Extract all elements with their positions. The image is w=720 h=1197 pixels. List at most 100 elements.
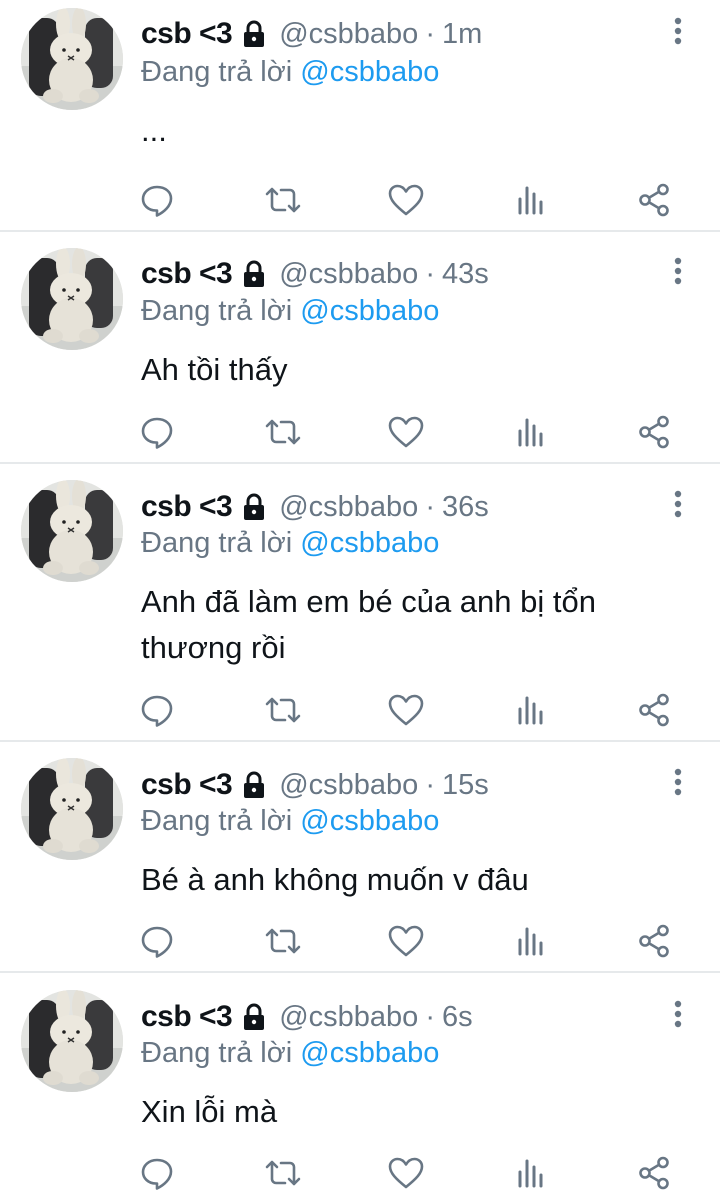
replying-to-label: Đang trả lời — [141, 527, 293, 559]
reply-icon — [141, 185, 173, 217]
analytics-button[interactable] — [511, 412, 551, 452]
user-handle[interactable]: @csbbabo — [279, 258, 418, 291]
analytics-button[interactable] — [511, 1153, 551, 1193]
tweet-text: Ah tồi thấy — [141, 352, 288, 387]
share-button[interactable] — [634, 1153, 674, 1193]
display-name[interactable]: csb <3 — [141, 17, 233, 51]
more-options-button[interactable] — [664, 763, 692, 803]
like-button[interactable] — [386, 412, 426, 452]
user-handle[interactable]: @csbbabo — [279, 1001, 418, 1034]
more-options-button[interactable] — [664, 995, 692, 1035]
share-icon — [639, 1156, 669, 1190]
retweet-button[interactable] — [263, 180, 303, 220]
reply-button[interactable] — [137, 412, 177, 452]
retweet-icon — [265, 928, 301, 954]
retweet-button[interactable] — [263, 1153, 303, 1193]
reply-button[interactable] — [137, 180, 177, 220]
avatar[interactable] — [21, 480, 123, 582]
avatar[interactable] — [21, 758, 123, 860]
share-button[interactable] — [634, 412, 674, 452]
timestamp[interactable]: 36s — [442, 491, 489, 524]
heart-icon — [388, 694, 424, 726]
mention-link[interactable]: @csbbabo — [300, 527, 439, 559]
display-name[interactable]: csb <3 — [141, 490, 233, 524]
retweet-button[interactable] — [263, 412, 303, 452]
tweet-divider — [0, 462, 720, 464]
replying-to-label: Đang trả lời — [141, 1037, 293, 1069]
more-options-button[interactable] — [664, 12, 692, 52]
analytics-button[interactable] — [511, 180, 551, 220]
analytics-icon — [518, 696, 543, 725]
more-vertical-icon — [674, 257, 682, 285]
user-handle[interactable]: @csbbabo — [279, 18, 418, 51]
retweet-icon — [265, 1160, 301, 1186]
bunny-plush-avatar-image — [21, 758, 123, 860]
display-name[interactable]: csb <3 — [141, 768, 233, 802]
replying-to-line: Đang trả lời @csbbabo — [141, 1037, 439, 1070]
reply-button[interactable] — [137, 1153, 177, 1193]
retweet-icon — [265, 419, 301, 445]
timestamp[interactable]: 6s — [442, 1001, 473, 1034]
share-button[interactable] — [634, 690, 674, 730]
retweet-icon — [265, 697, 301, 723]
tweet-header: csb <3 @csbbabo · 43s — [141, 254, 489, 294]
retweet-button[interactable] — [263, 690, 303, 730]
mention-link[interactable]: @csbbabo — [300, 56, 439, 88]
user-handle[interactable]: @csbbabo — [279, 491, 418, 524]
mention-link[interactable]: @csbbabo — [300, 805, 439, 837]
analytics-icon — [518, 927, 543, 956]
like-button[interactable] — [386, 1153, 426, 1193]
analytics-button[interactable] — [511, 921, 551, 961]
replying-to-line: Đang trả lời @csbbabo — [141, 295, 439, 328]
mention-link[interactable]: @csbbabo — [300, 1037, 439, 1069]
avatar[interactable] — [21, 248, 123, 350]
heart-icon — [388, 184, 424, 216]
share-button[interactable] — [634, 180, 674, 220]
avatar[interactable] — [21, 990, 123, 1092]
tweet-text: Bé à anh không muốn v đâu — [141, 862, 529, 897]
tweet-header: csb <3 @csbbabo · 6s — [141, 997, 473, 1037]
like-button[interactable] — [386, 690, 426, 730]
share-icon — [639, 924, 669, 958]
reply-button[interactable] — [137, 690, 177, 730]
avatar[interactable] — [21, 8, 123, 110]
share-icon — [639, 415, 669, 449]
bunny-plush-avatar-image — [21, 8, 123, 110]
analytics-icon — [518, 186, 543, 215]
timestamp[interactable]: 1m — [442, 18, 482, 51]
separator-dot: · — [425, 490, 435, 523]
replying-to-line: Đang trả lời @csbbabo — [141, 56, 439, 89]
reply-icon — [141, 926, 173, 958]
analytics-icon — [518, 1159, 543, 1188]
analytics-button[interactable] — [511, 690, 551, 730]
more-vertical-icon — [674, 768, 682, 796]
display-name[interactable]: csb <3 — [141, 257, 233, 291]
reply-button[interactable] — [137, 921, 177, 961]
bunny-plush-avatar-image — [21, 990, 123, 1092]
replying-to-line: Đang trả lời @csbbabo — [141, 527, 439, 560]
mention-link[interactable]: @csbbabo — [300, 295, 439, 327]
more-options-button[interactable] — [664, 252, 692, 292]
timestamp[interactable]: 15s — [442, 769, 489, 802]
tweet-header: csb <3 @csbbabo · 1m — [141, 14, 482, 54]
reply-icon — [141, 695, 173, 727]
tweet-header: csb <3 @csbbabo · 36s — [141, 487, 489, 527]
tweet-actions — [0, 1153, 720, 1193]
like-button[interactable] — [386, 180, 426, 220]
like-button[interactable] — [386, 921, 426, 961]
user-handle[interactable]: @csbbabo — [279, 769, 418, 802]
more-options-button[interactable] — [664, 485, 692, 525]
share-button[interactable] — [634, 921, 674, 961]
timestamp[interactable]: 43s — [442, 258, 489, 291]
tweet-text: ... — [141, 113, 167, 148]
analytics-icon — [518, 418, 543, 447]
replying-to-label: Đang trả lời — [141, 56, 293, 88]
lock-icon — [239, 1002, 269, 1032]
more-vertical-icon — [674, 1000, 682, 1028]
separator-dot: · — [425, 1000, 435, 1033]
display-name[interactable]: csb <3 — [141, 1000, 233, 1034]
heart-icon — [388, 416, 424, 448]
lock-icon — [239, 492, 269, 522]
retweet-button[interactable] — [263, 921, 303, 961]
tweet-actions — [0, 690, 720, 730]
